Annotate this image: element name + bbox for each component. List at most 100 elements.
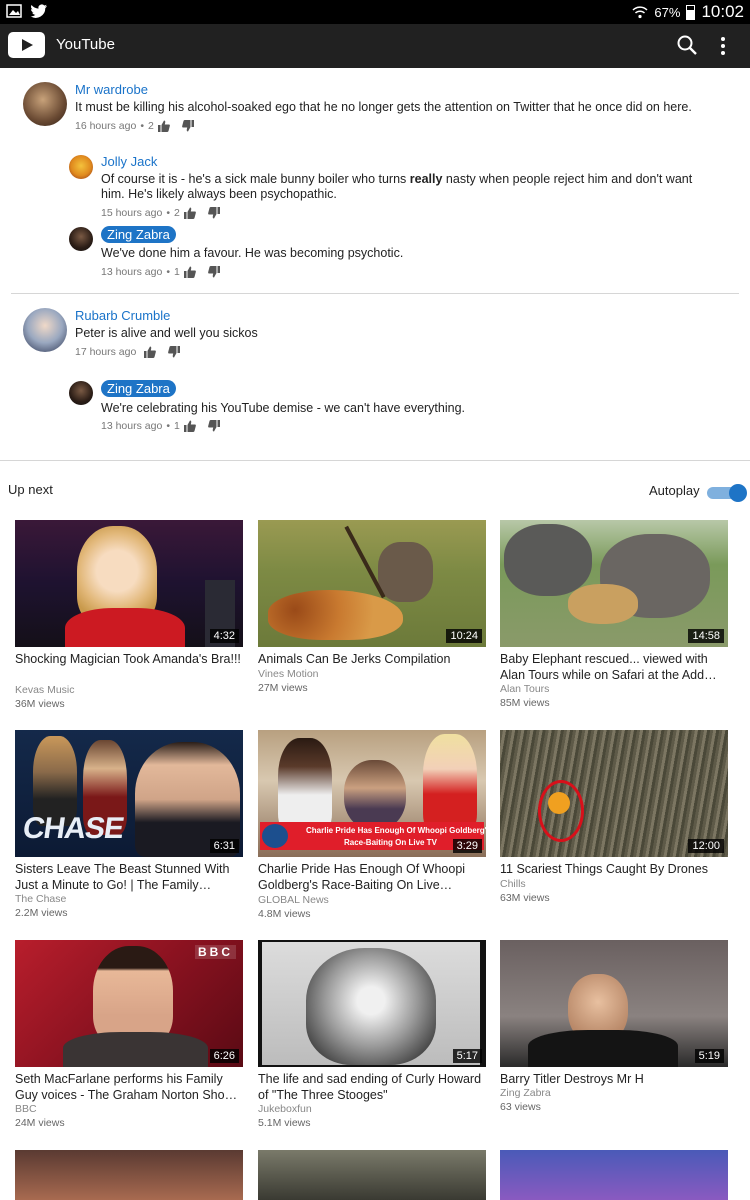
battery-percent: 67% <box>654 4 681 20</box>
video-views: 4.8M views <box>258 908 311 920</box>
search-icon[interactable] <box>676 34 698 56</box>
like-count: 1 <box>174 420 180 432</box>
comment-author[interactable]: Mr wardrobe <box>75 82 148 97</box>
avatar[interactable] <box>69 227 93 251</box>
video-title[interactable]: Sisters Leave The Beast Stunned With Jus… <box>15 861 243 893</box>
comment-text-part: Of course it is - he's a sick male bunny… <box>101 172 410 186</box>
comment-meta: 13 hours ago • 1 <box>101 420 220 432</box>
thumbs-up-icon[interactable] <box>183 266 196 278</box>
comment-author[interactable]: Zing Zabra <box>101 226 176 243</box>
thumbs-down-icon[interactable] <box>181 120 194 132</box>
avatar[interactable] <box>23 308 67 352</box>
comment-text-bold: really <box>409 172 443 186</box>
thumbs-up-icon[interactable] <box>183 207 196 219</box>
comment-author[interactable]: Jolly Jack <box>101 154 157 169</box>
video-duration: 12:00 <box>688 839 724 853</box>
gallery-icon <box>6 4 22 18</box>
thumbs-down-icon[interactable] <box>207 420 220 432</box>
video-duration: 10:24 <box>446 629 482 643</box>
comment-meta: 17 hours ago <box>75 346 181 358</box>
video-views: 5.1M views <box>258 1117 311 1129</box>
video-views: 27M views <box>258 682 308 694</box>
video-thumbnail[interactable] <box>500 1150 728 1200</box>
thumbs-down-icon[interactable] <box>207 266 220 278</box>
video-duration: 14:58 <box>688 629 724 643</box>
video-title[interactable]: Baby Elephant rescued... viewed with Ala… <box>500 651 728 683</box>
video-thumbnail[interactable]: 4:32 <box>15 520 243 647</box>
video-thumbnail[interactable] <box>15 1150 243 1200</box>
video-duration: 5:17 <box>452 1049 482 1063</box>
meta-separator: • <box>166 266 170 278</box>
comment-meta: 13 hours ago • 1 <box>101 266 220 278</box>
video-duration: 3:29 <box>452 839 482 853</box>
thumbs-up-icon[interactable] <box>144 346 157 358</box>
comment-text: Peter is alive and well you sickos <box>75 326 258 340</box>
twitter-icon <box>30 4 47 18</box>
video-title[interactable]: Charlie Pride Has Enough Of Whoopi Goldb… <box>258 861 486 893</box>
up-next-label: Up next <box>8 482 53 497</box>
video-channel: Kevas Music <box>15 684 75 696</box>
video-thumbnail[interactable]: BBC 6:26 <box>15 940 243 1067</box>
video-views: 85M views <box>500 697 550 709</box>
video-channel: BBC <box>15 1103 37 1115</box>
video-thumbnail[interactable]: 12:00 <box>500 730 728 857</box>
like-count: 2 <box>174 207 180 219</box>
comment-author[interactable]: Rubarb Crumble <box>75 308 170 323</box>
comment-text: Of course it is - he's a sick male bunny… <box>101 172 716 202</box>
like-count: 2 <box>148 120 154 132</box>
divider <box>11 293 739 294</box>
avatar[interactable] <box>23 82 67 126</box>
video-channel: The Chase <box>15 893 67 905</box>
video-duration: 6:26 <box>209 1049 239 1063</box>
comment-text: It must be killing his alcohol-soaked eg… <box>75 100 692 114</box>
wifi-icon <box>632 6 648 19</box>
battery-icon <box>686 4 696 20</box>
avatar[interactable] <box>69 381 93 405</box>
video-channel: GLOBAL News <box>258 894 329 906</box>
clock: 10:02 <box>701 2 744 21</box>
video-title[interactable]: 11 Scariest Things Caught By Drones <box>500 861 728 877</box>
video-views: 24M views <box>15 1117 65 1129</box>
status-bar: 67% 10:02 <box>0 0 750 24</box>
comment-author[interactable]: Zing Zabra <box>101 380 176 397</box>
video-duration: 6:31 <box>209 839 239 853</box>
comment-time: 13 hours ago <box>101 266 163 278</box>
video-thumbnail[interactable]: 5:17 <box>258 940 486 1067</box>
thumbnail-text: CHASE <box>20 812 126 845</box>
meta-separator: • <box>166 420 170 432</box>
comment-text: We've done him a favour. He was becoming… <box>101 246 404 260</box>
more-icon[interactable] <box>716 34 730 58</box>
meta-separator: • <box>140 120 144 132</box>
app-bar: YouTube <box>0 24 750 68</box>
autoplay-toggle[interactable] <box>707 484 747 502</box>
avatar[interactable] <box>69 155 93 179</box>
thumbs-down-icon[interactable] <box>207 207 220 219</box>
video-title[interactable]: Shocking Magician Took Amanda's Bra!!! <box>15 651 243 667</box>
thumbnail-caption: Charlie Pride Has Enough Of Whoopi Goldb… <box>306 826 486 835</box>
video-thumbnail[interactable]: 14:58 <box>500 520 728 647</box>
comment-text: We're celebrating his YouTube demise - w… <box>101 401 466 415</box>
video-channel: Alan Tours <box>500 683 550 695</box>
thumbs-down-icon[interactable] <box>168 346 181 358</box>
video-duration: 5:19 <box>694 1049 724 1063</box>
video-channel: Zing Zabra <box>500 1087 551 1099</box>
video-channel: Chills <box>500 878 526 890</box>
video-views: 2.2M views <box>15 907 68 919</box>
video-title[interactable]: Animals Can Be Jerks Compilation <box>258 651 486 667</box>
video-thumbnail[interactable]: CHASE 6:31 <box>15 730 243 857</box>
like-count: 1 <box>174 266 180 278</box>
video-channel: Vines Motion <box>258 668 319 680</box>
youtube-logo[interactable] <box>8 32 45 58</box>
video-thumbnail[interactable]: Charlie Pride Has Enough Of Whoopi Goldb… <box>258 730 486 857</box>
video-title[interactable]: Seth MacFarlane performs his Family Guy … <box>15 1071 243 1103</box>
video-title[interactable]: Barry Titler Destroys Mr H <box>500 1071 728 1087</box>
video-thumbnail[interactable]: 5:19 <box>500 940 728 1067</box>
comment-thread: Rubarb Crumble Peter is alive and well y… <box>0 296 750 446</box>
comment-meta: 16 hours ago • 2 <box>75 120 194 132</box>
thumbs-up-icon[interactable] <box>157 120 170 132</box>
video-views: 36M views <box>15 698 65 710</box>
video-title[interactable]: The life and sad ending of Curly Howard … <box>258 1071 486 1103</box>
video-thumbnail[interactable] <box>258 1150 486 1200</box>
video-thumbnail[interactable]: 10:24 <box>258 520 486 647</box>
thumbs-up-icon[interactable] <box>183 420 196 432</box>
